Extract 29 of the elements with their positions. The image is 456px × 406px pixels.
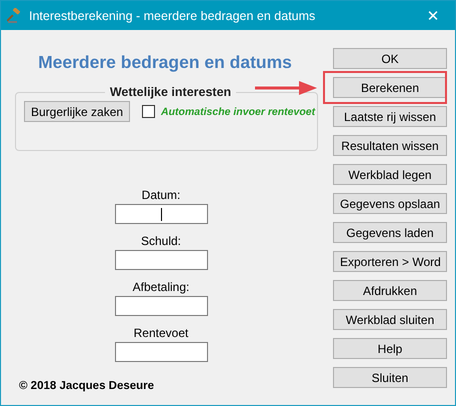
arrow-icon: [255, 81, 317, 95]
action-button[interactable]: Resultaten wissen: [333, 135, 447, 156]
checkbox[interactable]: [142, 105, 156, 118]
action-button[interactable]: Gegevens opslaan: [333, 193, 447, 214]
action-button[interactable]: Laatste rij wissen: [333, 106, 447, 127]
action-button[interactable]: Afdrukken: [333, 280, 447, 301]
checkbox-label: Automatische invoer rentevoet: [161, 106, 316, 118]
copyright-text: © 2018 Jacques Deseure: [19, 380, 156, 392]
field-label: Afbetaling:: [132, 280, 190, 294]
heading: Meerdere bedragen en datums: [37, 52, 293, 73]
action-button[interactable]: Berekenen: [333, 77, 447, 98]
input-field[interactable]: [114, 204, 208, 224]
action-button[interactable]: Werkblad legen: [333, 164, 447, 185]
field-label: Datum:: [142, 188, 180, 202]
input-field[interactable]: [114, 250, 208, 270]
action-button[interactable]: Sluiten: [333, 367, 447, 388]
action-button[interactable]: Gegevens laden: [333, 222, 447, 243]
action-button[interactable]: Help: [333, 338, 447, 359]
action-button[interactable]: Werkblad sluiten: [333, 309, 447, 330]
gavel-icon: [7, 8, 23, 24]
burgerlijke-zaken-button[interactable]: Burgerlijke zaken: [24, 101, 130, 122]
window-title: Interestberekening - meerdere bedragen en datums: [29, 8, 316, 22]
input-field[interactable]: [114, 342, 208, 362]
group-title: Wettelijke interesten: [108, 85, 232, 99]
field-label: Schuld:: [140, 234, 182, 248]
input-field[interactable]: [114, 296, 208, 316]
field-label: Rentevoet: [134, 326, 188, 340]
action-button[interactable]: OK: [333, 48, 447, 69]
action-button[interactable]: Exporteren > Word: [333, 251, 447, 272]
